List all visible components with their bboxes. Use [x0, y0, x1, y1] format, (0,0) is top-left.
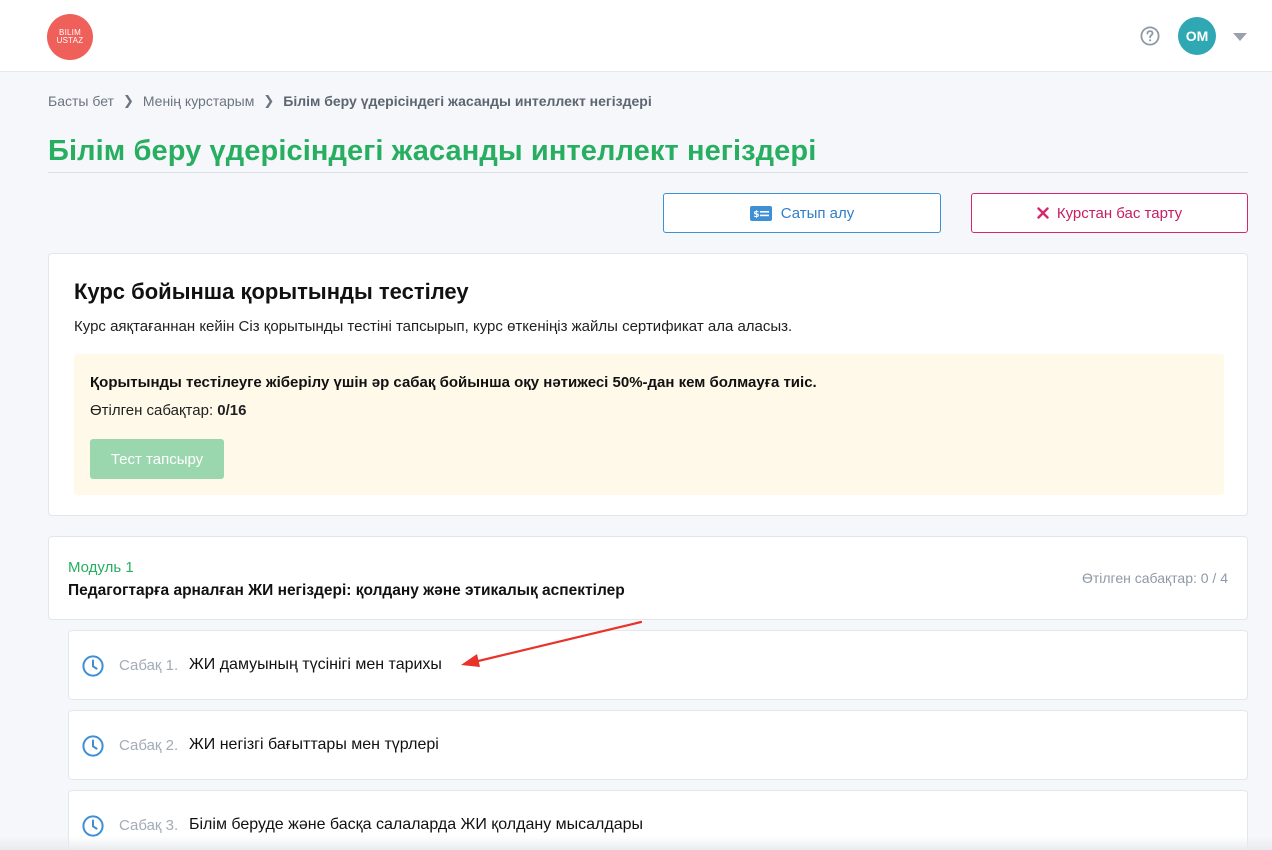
breadcrumb: Басты бет ❯ Менің курстарым ❯ Білім беру… — [48, 93, 652, 109]
module-header[interactable]: Модуль 1 Педагогтарға арналған ЖИ негізд… — [48, 536, 1248, 620]
leave-course-button[interactable]: Курстан бас тарту — [971, 193, 1248, 233]
module-name: Педагогтарға арналған ЖИ негіздері: қолд… — [68, 582, 625, 599]
lesson-title: ЖИ дамуының түсінігі мен тарихы — [189, 656, 442, 673]
module-progress: Өтілген сабақтар: 0 / 4 — [1081, 570, 1228, 586]
clock-icon — [82, 655, 104, 677]
clock-icon — [82, 735, 104, 757]
svg-text:$: $ — [753, 210, 759, 220]
close-icon — [1037, 207, 1049, 219]
breadcrumb-home[interactable]: Басты бет — [48, 93, 114, 109]
buy-button[interactable]: $ Сатып алу — [663, 193, 941, 233]
top-bar: BILIM USTAZ OM — [0, 0, 1272, 72]
lessons-progress-value: 0/16 — [217, 402, 247, 419]
lesson-title: ЖИ негізгі бағыттары мен түрлері — [189, 736, 439, 753]
lessons-progress-label: Өтілген сабақтар: — [90, 402, 214, 419]
bilim-ustaz-logo[interactable]: BILIM USTAZ — [47, 14, 93, 60]
lesson-item[interactable]: Сабақ 1. ЖИ дамуының түсінігі мен тарихы — [68, 630, 1248, 700]
lesson-number: Сабақ 1. — [119, 657, 179, 674]
take-test-button[interactable]: Тест тапсыру — [90, 439, 224, 479]
payment-card-icon: $ — [749, 205, 772, 221]
lesson-number: Сабақ 2. — [119, 737, 179, 754]
breadcrumb-my-courses[interactable]: Менің курстарым — [143, 93, 255, 109]
module-label: Модуль 1 — [68, 559, 134, 576]
final-test-card: Курс бойынша қорытынды тестілеу Курс аяқ… — [48, 253, 1248, 516]
logo-text-bottom: USTAZ — [56, 36, 84, 45]
clock-icon — [82, 815, 104, 837]
chevron-down-icon[interactable] — [1233, 33, 1247, 41]
breadcrumb-current: Білім беру үдерісіндегі жасанды интеллек… — [283, 93, 652, 109]
lessons-progress: Өтілген сабақтар: 0/16 — [90, 402, 246, 419]
final-test-notice: Қорытынды тестілеуге жіберілу үшін әр са… — [74, 354, 1224, 495]
page-title: Білім беру үдерісіндегі жасанды интеллек… — [48, 135, 817, 167]
help-icon[interactable] — [1140, 26, 1160, 46]
leave-course-label: Курстан бас тарту — [1056, 204, 1183, 222]
final-test-requirement: Қорытынды тестілеуге жіберілу үшін әр са… — [90, 374, 817, 391]
chevron-right-icon: ❯ — [263, 93, 275, 108]
lesson-number: Сабақ 3. — [119, 817, 179, 834]
final-test-title: Курс бойынша қорытынды тестілеу — [74, 279, 469, 304]
title-divider — [48, 172, 1248, 173]
user-avatar[interactable]: OM — [1178, 17, 1216, 55]
chevron-right-icon: ❯ — [122, 93, 134, 108]
bottom-shadow — [0, 836, 1272, 850]
lesson-title: Білім беруде және басқа салаларда ЖИ қол… — [189, 816, 644, 833]
final-test-description: Курс аяқтағаннан кейін Сіз қорытынды тес… — [74, 318, 793, 335]
buy-button-label: Сатып алу — [780, 204, 855, 222]
lesson-item[interactable]: Сабақ 2. ЖИ негізгі бағыттары мен түрлер… — [68, 710, 1248, 780]
